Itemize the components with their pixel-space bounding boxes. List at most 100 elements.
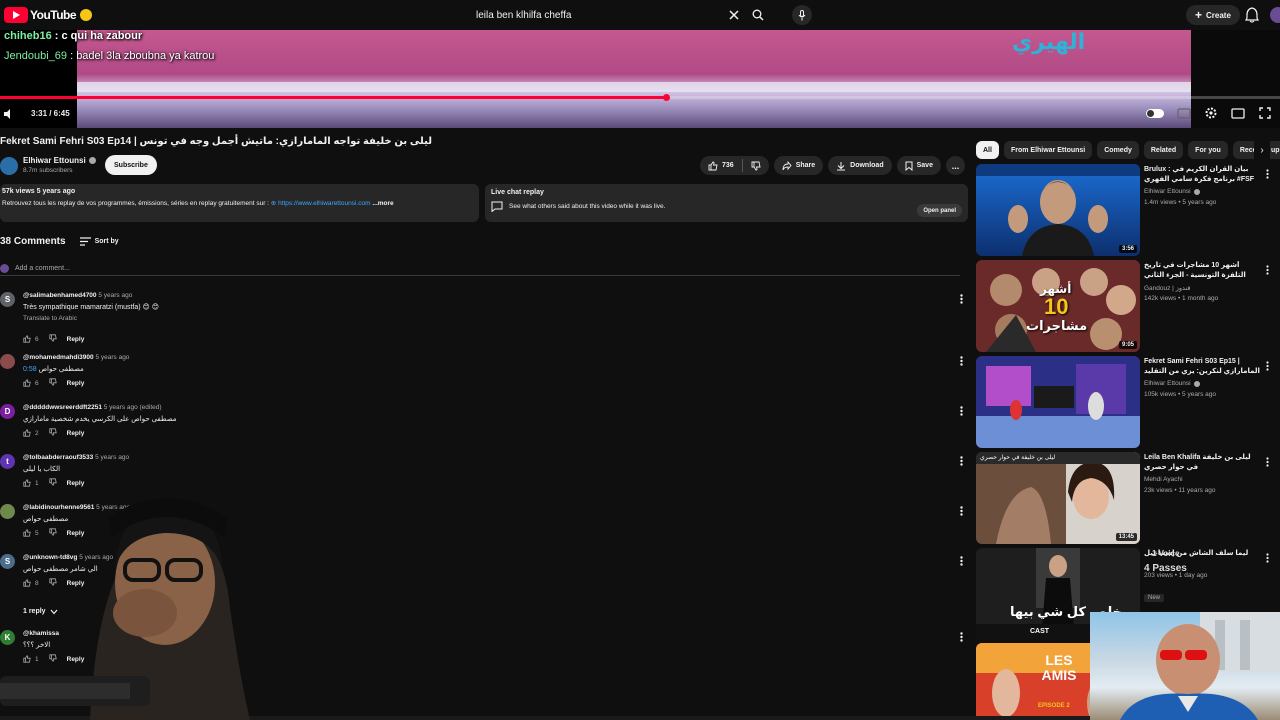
comment-dislike-button[interactable] <box>49 378 57 388</box>
microphone-icon[interactable] <box>792 5 812 25</box>
comment-like-button[interactable]: 6 <box>23 335 39 343</box>
commenter-avatar[interactable]: D <box>0 404 15 419</box>
download-button[interactable]: Download <box>828 156 892 175</box>
video-menu-icon[interactable] <box>1266 550 1272 563</box>
video-actions: 736 Share Download Save ... <box>700 156 965 175</box>
video-thumbnail[interactable]: ليلى بن خليفة في حوار حصري 13:45 <box>976 452 1140 544</box>
video-thumbnail[interactable]: 3:56 <box>976 164 1140 256</box>
commenter-avatar[interactable]: t <box>0 454 15 469</box>
recommended-title[interactable]: أشهر 10 مشاجرات في تاريخ التلفزة التونسي… <box>1144 261 1262 281</box>
youtube-logo[interactable]: YouTube <box>4 6 93 24</box>
reply-button[interactable]: Reply <box>67 380 85 387</box>
recommended-channel[interactable]: Mehdi Ayachi <box>1144 476 1183 483</box>
more-actions-button[interactable]: ... <box>945 156 965 175</box>
fullscreen-icon[interactable] <box>1258 106 1272 120</box>
stream-chat-overlay: chiheb16 : c qui ha zabour Jendoubi_69 :… <box>4 30 214 70</box>
account-avatar[interactable] <box>1270 7 1280 23</box>
avatar-initial: D <box>4 407 11 416</box>
recommended-video[interactable]: ليلى بن خليفة في حوار حصري 13:45 Leila Ben… <box>976 452 1280 544</box>
comment-menu-icon[interactable] <box>957 292 965 306</box>
filter-chip[interactable]: Comedy <box>1097 141 1139 159</box>
filter-chip[interactable]: From Elhiwar Ettounsi <box>1003 141 1093 159</box>
filter-chip[interactable]: All <box>976 141 999 159</box>
translate-link[interactable]: Translate to Arabic <box>23 315 77 322</box>
description-box[interactable]: 57k views 5 years ago Retrouvez tous les… <box>0 184 479 222</box>
comment-header: @tolbaabderraouf3533 5 years ago <box>23 454 129 461</box>
video-menu-icon[interactable] <box>1266 166 1272 179</box>
video-thumbnail[interactable] <box>976 356 1140 448</box>
recommended-video[interactable]: أشهر 10 مشاجرات 9:05 أشهر 10 مشاجرات في تا… <box>976 260 1280 352</box>
filter-chip[interactable]: For you <box>1188 141 1228 159</box>
new-badge: New <box>1144 594 1165 602</box>
recommended-channel[interactable]: Gandouz | قندوز <box>1144 284 1190 292</box>
comment-like-count: 1 <box>35 479 39 487</box>
comment-menu-icon[interactable] <box>957 554 965 568</box>
comment-like-count: 6 <box>35 379 39 387</box>
comment-dislike-button[interactable] <box>49 428 57 438</box>
share-button[interactable]: Share <box>773 156 824 175</box>
timestamp-link[interactable]: 0:58 <box>23 366 37 373</box>
progress-bar[interactable] <box>0 94 1280 101</box>
sort-by-button[interactable]: Sort by <box>79 237 119 246</box>
theater-mode-icon[interactable] <box>1231 106 1245 120</box>
autoplay-toggle[interactable] <box>1146 108 1164 118</box>
search-icon[interactable] <box>746 4 770 26</box>
reply-button[interactable]: Reply <box>67 480 85 487</box>
video-menu-icon[interactable] <box>1266 454 1272 467</box>
comment-dislike-button[interactable] <box>49 334 57 344</box>
recommended-title[interactable]: Fekret Sami Fehri S03 Ep15 | المامارازي … <box>1144 357 1262 377</box>
commenter-avatar[interactable]: S <box>0 292 15 307</box>
share-icon <box>782 160 792 170</box>
recommended-title[interactable]: Leila Ben Khalifa ليلى بن خليفة في حوار … <box>1144 453 1262 473</box>
video-menu-icon[interactable] <box>1266 262 1272 275</box>
reply-button[interactable]: Reply <box>67 336 85 343</box>
comment-like-button[interactable]: 6 <box>23 379 39 387</box>
video-thumbnail[interactable]: أشهر 10 مشاجرات 9:05 <box>976 260 1140 352</box>
search-input[interactable] <box>466 4 722 26</box>
comment-header: @mohamedmahdi3900 5 years ago <box>23 354 129 361</box>
video-player[interactable]: الهيري chiheb16 : c qui ha zabour Jendou… <box>0 30 1280 128</box>
volume-icon[interactable] <box>2 107 16 121</box>
open-panel-button[interactable]: Open panel <box>917 204 962 217</box>
comment-body: مصطفى حواص 0:58 <box>23 365 84 373</box>
recommended-video[interactable]: 3:56 Brulux : بيان القرآن الكريم في برنام… <box>976 164 1280 256</box>
comment-menu-icon[interactable] <box>957 404 965 418</box>
comment-dislike-button[interactable] <box>49 478 57 488</box>
comment-menu-icon[interactable] <box>957 630 965 644</box>
comment-handle[interactable]: @tolbaabderraouf3533 <box>23 454 93 461</box>
subscribe-button[interactable]: Subscribe <box>105 155 157 175</box>
video-menu-icon[interactable] <box>1266 358 1272 371</box>
channel-name[interactable]: Elhiwar Ettounsi <box>23 156 96 165</box>
description-link[interactable]: https://www.elhiwarettounsi.com <box>278 200 370 207</box>
like-button[interactable]: 736 <box>700 156 742 175</box>
recommended-video[interactable]: Fekret Sami Fehri S03 Ep15 | المامارازي … <box>976 356 1280 448</box>
comment-like-button[interactable]: 1 <box>23 479 39 487</box>
channel-avatar[interactable] <box>0 157 18 175</box>
comment-menu-icon[interactable] <box>957 454 965 468</box>
comment-handle[interactable]: @mohamedmahdi3900 <box>23 354 94 361</box>
comment-menu-icon[interactable] <box>957 354 965 368</box>
recommended-title[interactable]: Brulux : بيان القرآن الكريم في برنامج فك… <box>1144 165 1262 185</box>
add-comment-field[interactable]: Add a comment... <box>0 262 960 276</box>
comment-menu-icon[interactable] <box>957 504 965 518</box>
progress-scrubber[interactable] <box>662 94 670 101</box>
subtitles-icon[interactable] <box>1177 106 1191 120</box>
comment-like-button[interactable]: 2 <box>23 429 39 437</box>
comment-handle[interactable]: @dddddwwsreerddft2251 <box>23 404 102 411</box>
dislike-button[interactable] <box>743 156 769 175</box>
recommended-channel[interactable]: Elhiwar Ettounsi <box>1144 188 1200 195</box>
description-more[interactable]: ...more <box>372 200 393 207</box>
comment-text: الكاب يا ليلى <box>23 466 61 473</box>
comment-handle[interactable]: @salimabenhamed4700 <box>23 292 97 299</box>
filter-chip[interactable]: Related <box>1143 141 1184 159</box>
notifications-bell-icon[interactable] <box>1245 7 1261 23</box>
create-button[interactable]: + Create <box>1186 5 1240 25</box>
reply-button[interactable]: Reply <box>67 430 85 437</box>
commenter-avatar[interactable] <box>0 354 15 369</box>
clear-search-icon[interactable] <box>722 4 746 26</box>
recommended-channel[interactable]: Elhiwar Ettounsi <box>1144 380 1200 387</box>
settings-gear-icon[interactable] <box>1204 106 1218 120</box>
save-button[interactable]: Save <box>896 156 941 175</box>
chevron-right-icon[interactable]: › <box>1254 141 1270 159</box>
thumbs-up-icon <box>23 335 31 343</box>
